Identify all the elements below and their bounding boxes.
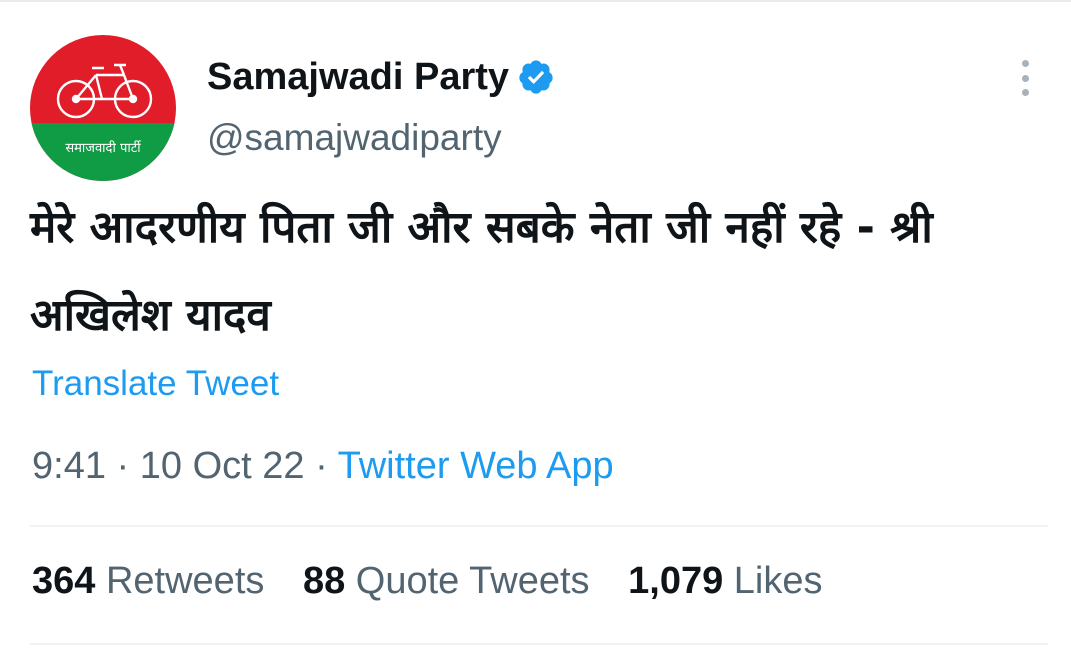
author-display-name[interactable]: Samajwadi Party bbox=[207, 56, 509, 99]
quote-tweets-stat[interactable]: 88 Quote Tweets bbox=[303, 560, 600, 602]
more-dot bbox=[1021, 74, 1029, 82]
tweet-metadata: 9:41 · 10 Oct 22 · Twitter Web App bbox=[32, 445, 614, 488]
translate-tweet-link[interactable]: Translate Tweet bbox=[32, 364, 279, 404]
more-dot bbox=[1021, 89, 1029, 96]
more-options-icon[interactable] bbox=[1010, 58, 1040, 98]
tweet-time[interactable]: 9:41 bbox=[32, 445, 106, 487]
avatar[interactable]: समाजवादी पार्टी bbox=[30, 35, 176, 181]
meta-separator: · bbox=[315, 445, 328, 487]
tweet-text: मेरे आदरणीय पिता जी और सबके नेता जी नहीं… bbox=[30, 202, 933, 341]
likes-stat[interactable]: 1,079 Likes bbox=[628, 560, 822, 602]
more-dot bbox=[1021, 60, 1029, 67]
top-border bbox=[0, 0, 1071, 2]
retweets-label: Retweets bbox=[105, 560, 265, 602]
tweet-source-link[interactable]: Twitter Web App bbox=[338, 445, 614, 487]
avatar-caption: समाजवादी पार्टी bbox=[65, 140, 141, 156]
likes-label: Likes bbox=[733, 560, 823, 602]
likes-count: 1,079 bbox=[628, 560, 724, 602]
author-handle[interactable]: @samajwadiparty bbox=[207, 117, 502, 159]
quote-tweets-label: Quote Tweets bbox=[355, 560, 590, 602]
tweet-date[interactable]: 10 Oct 22 bbox=[140, 445, 305, 487]
retweets-count: 364 bbox=[32, 560, 96, 602]
author-name-row[interactable]: Samajwadi Party bbox=[207, 55, 555, 99]
retweets-stat[interactable]: 364 Retweets bbox=[32, 560, 275, 602]
divider bbox=[30, 643, 1048, 645]
divider bbox=[30, 525, 1048, 527]
meta-separator: · bbox=[116, 445, 130, 487]
engagement-stats: 364 Retweets 88 Quote Tweets 1,079 Likes bbox=[32, 560, 851, 603]
quote-tweets-count: 88 bbox=[302, 560, 346, 602]
party-logo-icon: समाजवादी पार्टी bbox=[30, 35, 176, 181]
verified-badge-icon bbox=[519, 60, 553, 94]
